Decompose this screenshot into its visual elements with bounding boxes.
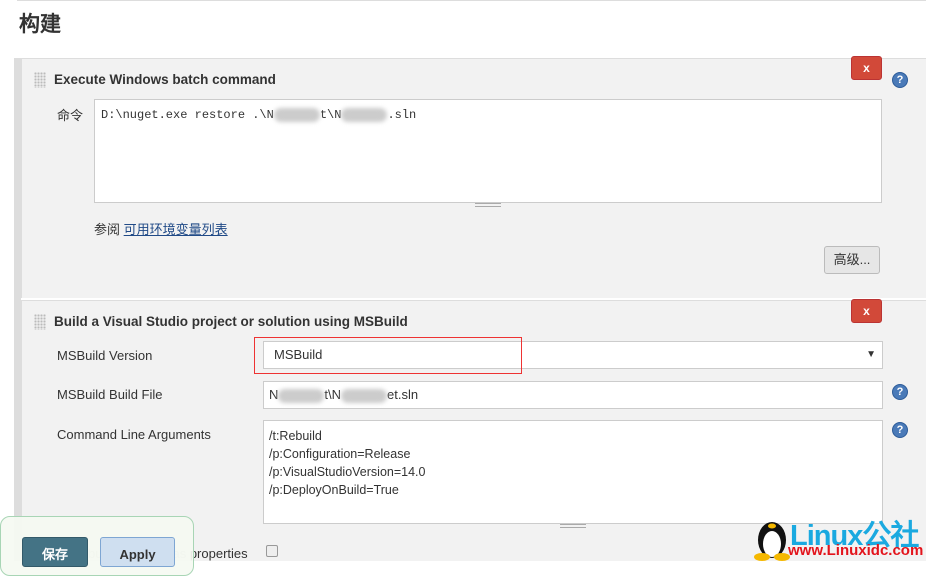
redaction bbox=[273, 107, 320, 122]
highlight-box bbox=[254, 337, 522, 374]
command-text: .sln bbox=[387, 108, 417, 122]
advanced-button[interactable]: 高级... bbox=[824, 246, 880, 274]
build-step-batch: Execute Windows batch command x ? 命令 D:\… bbox=[21, 56, 926, 298]
dropdown-arrow-icon: ▼ bbox=[866, 349, 876, 360]
arg-line: /p:DeployOnBuild=True bbox=[269, 483, 399, 497]
delete-step-button[interactable]: x bbox=[851, 299, 882, 323]
penguin-icon bbox=[754, 522, 790, 561]
label-fragment: properties bbox=[189, 546, 248, 561]
env-vars-link[interactable]: 可用环境变量列表 bbox=[124, 222, 228, 237]
see-text: 参阅 bbox=[94, 222, 121, 237]
step-title: Build a Visual Studio project or solutio… bbox=[54, 314, 408, 329]
section-bar bbox=[14, 58, 21, 561]
arg-line: /t:Rebuild bbox=[269, 429, 322, 443]
resize-handle[interactable] bbox=[475, 203, 501, 207]
build-file-input[interactable]: Nt\N et.sln bbox=[263, 381, 883, 409]
command-textarea[interactable]: D:\nuget.exe restore .\N t\N .sln bbox=[94, 99, 882, 203]
top-divider bbox=[17, 0, 926, 1]
brand-url: www.Linuxidc.com bbox=[788, 542, 924, 559]
build-file-label: MSBuild Build File bbox=[57, 387, 163, 402]
command-label: 命令 bbox=[57, 108, 84, 123]
apply-button[interactable]: Apply bbox=[100, 537, 175, 567]
step-title: Execute Windows batch command bbox=[54, 72, 276, 87]
drag-handle-icon[interactable] bbox=[34, 314, 46, 330]
input-text: t\N bbox=[324, 387, 342, 402]
help-icon[interactable]: ? bbox=[892, 72, 908, 88]
msbuild-version-label: MSBuild Version bbox=[57, 348, 153, 363]
command-text: D:\nuget.exe restore .\N bbox=[101, 108, 274, 122]
help-icon[interactable]: ? bbox=[892, 384, 908, 400]
args-label: Command Line Arguments bbox=[57, 427, 211, 442]
drag-handle-icon[interactable] bbox=[34, 72, 46, 88]
command-text: t\N bbox=[319, 108, 342, 122]
save-button[interactable]: 保存 bbox=[22, 537, 88, 567]
arg-line: /p:Configuration=Release bbox=[269, 447, 411, 461]
arg-line: /p:VisualStudioVersion=14.0 bbox=[269, 465, 426, 479]
input-text: et.sln bbox=[387, 387, 419, 402]
input-text: N bbox=[269, 387, 279, 402]
delete-step-button[interactable]: x bbox=[851, 56, 882, 80]
args-textarea[interactable]: /t:Rebuild /p:Configuration=Release /p:V… bbox=[263, 420, 883, 524]
redaction bbox=[278, 388, 325, 403]
see-label: 参阅 可用环境变量列表 bbox=[94, 219, 228, 238]
redaction bbox=[341, 388, 388, 403]
help-icon[interactable]: ? bbox=[892, 422, 908, 438]
page-title: 构建 bbox=[19, 13, 61, 36]
pass-build-checkbox[interactable] bbox=[266, 545, 278, 557]
resize-handle[interactable] bbox=[560, 524, 586, 528]
watermark-logo: Linux公社 www.Linuxidc.com bbox=[752, 512, 926, 561]
redaction bbox=[341, 107, 388, 122]
